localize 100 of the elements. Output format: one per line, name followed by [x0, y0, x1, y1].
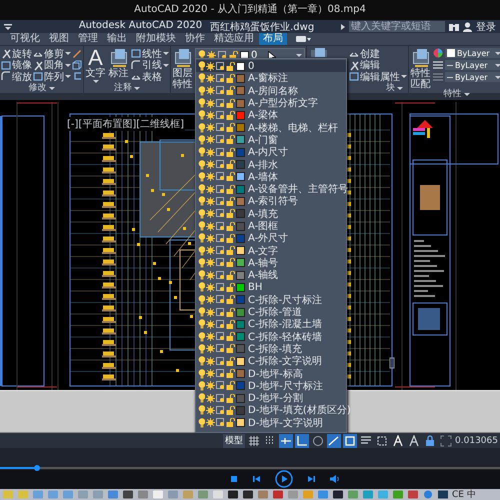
- padlock-icon[interactable]: [424, 434, 436, 447]
- viewport-freeze-icon[interactable]: [216, 74, 225, 83]
- viewport-label[interactable]: [-][平面布置图][二维线框]: [66, 116, 186, 131]
- lightbulb-icon[interactable]: [198, 344, 205, 354]
- ribbon-tool-button[interactable]: 特性匹配: [410, 48, 431, 90]
- unlocked-padlock-icon[interactable]: [226, 74, 235, 83]
- layer-item[interactable]: 0: [196, 60, 346, 72]
- layer-item[interactable]: BH: [196, 281, 346, 294]
- lightbulb-icon[interactable]: [198, 196, 205, 206]
- viewport-freeze-icon[interactable]: [216, 369, 225, 378]
- panel-title[interactable]: 注释: [85, 84, 169, 93]
- sun-icon[interactable]: [206, 369, 215, 378]
- viewport-freeze-icon[interactable]: [216, 295, 225, 304]
- unlocked-padlock-icon[interactable]: [226, 406, 235, 415]
- ribbon-tool-button[interactable]: 创建: [349, 48, 407, 60]
- layer-item[interactable]: C-拆除-文字说明: [196, 355, 346, 368]
- viewport-freeze-icon[interactable]: [216, 234, 225, 243]
- lightbulb-icon[interactable]: [198, 184, 205, 194]
- viewport-freeze-icon[interactable]: [216, 320, 225, 329]
- lightbulb-icon[interactable]: [198, 172, 205, 182]
- polar-icon[interactable]: [312, 434, 324, 447]
- sun-icon[interactable]: [206, 135, 215, 144]
- layer-item[interactable]: A-轴号: [196, 256, 346, 270]
- lightbulb-icon[interactable]: [198, 405, 205, 416]
- viewport-freeze-icon[interactable]: [216, 62, 225, 71]
- ribbon-tab[interactable]: 输出: [103, 33, 131, 45]
- viewport-freeze-icon[interactable]: [216, 110, 225, 120]
- unlocked-padlock-icon[interactable]: [226, 172, 235, 182]
- viewport-freeze-icon[interactable]: [216, 148, 225, 157]
- unlocked-padlock-icon[interactable]: [226, 209, 235, 218]
- unlocked-padlock-icon[interactable]: [226, 369, 235, 378]
- property-dropdown[interactable]: ByLayer: [445, 72, 500, 82]
- tray-label[interactable]: CE: [452, 490, 464, 500]
- unlocked-padlock-icon[interactable]: [226, 110, 235, 120]
- viewport-freeze-icon[interactable]: [216, 344, 225, 354]
- grid-icon[interactable]: [248, 434, 260, 447]
- layer-item[interactable]: A-外尺寸: [196, 232, 346, 244]
- taskbar-app-icon[interactable]: [332, 490, 344, 500]
- layer-item[interactable]: A-排水: [196, 158, 346, 171]
- lightbulb-icon[interactable]: [198, 393, 205, 404]
- unlocked-padlock-icon[interactable]: [226, 381, 235, 390]
- unlocked-padlock-icon[interactable]: [226, 332, 235, 342]
- next-icon[interactable]: [307, 475, 316, 484]
- sun-icon[interactable]: [206, 196, 215, 206]
- fullscreen-icon[interactable]: [440, 434, 452, 447]
- ribbon-tool-button[interactable]: [308, 48, 329, 57]
- ribbon-tab[interactable]: 协作: [181, 33, 209, 45]
- ribbon-tool-button[interactable]: 线性: [131, 48, 169, 60]
- layer-item[interactable]: C-拆除-填充: [196, 342, 346, 356]
- lightbulb-icon[interactable]: [198, 110, 205, 120]
- sun-icon[interactable]: [206, 332, 215, 342]
- viewport-freeze-icon[interactable]: [216, 381, 225, 390]
- binoculars-icon[interactable]: [449, 22, 459, 31]
- layer-item[interactable]: A-文字: [196, 244, 346, 257]
- ribbon-tool-button[interactable]: 镜像: [1, 60, 32, 71]
- lightbulb-icon[interactable]: [198, 319, 205, 330]
- sun-icon[interactable]: [206, 320, 215, 329]
- annotation-icon[interactable]: [408, 434, 420, 447]
- unlocked-padlock-icon[interactable]: [226, 295, 235, 304]
- unlocked-padlock-icon[interactable]: [226, 222, 235, 230]
- layer-item[interactable]: A-门窗: [196, 134, 346, 146]
- lightbulb-icon[interactable]: [198, 134, 205, 145]
- layer-item[interactable]: D-地坪-分割: [196, 392, 346, 404]
- layer-item[interactable]: A-索引符号: [196, 195, 346, 208]
- sun-icon[interactable]: [206, 74, 215, 83]
- lightbulb-icon[interactable]: [198, 233, 205, 244]
- lightbulb-icon[interactable]: [198, 270, 205, 280]
- sun-icon[interactable]: [206, 86, 215, 96]
- sun-icon[interactable]: [206, 246, 215, 256]
- viewport-freeze-icon[interactable]: [216, 135, 225, 144]
- sun-icon[interactable]: [206, 148, 215, 157]
- ribbon-tool-button[interactable]: 引线: [131, 60, 169, 71]
- tray-label[interactable]: 中: [466, 489, 476, 500]
- lightbulb-icon[interactable]: [198, 50, 205, 60]
- lightbulb-icon[interactable]: [198, 307, 205, 318]
- sun-icon[interactable]: [206, 62, 215, 71]
- sun-icon[interactable]: [206, 98, 215, 108]
- ribbon-tool-button[interactable]: A 文字: [85, 48, 106, 84]
- ribbon-tool-button[interactable]: 修剪: [33, 48, 71, 60]
- viewport-freeze-icon[interactable]: [216, 282, 225, 292]
- caret-right-icon[interactable]: [341, 24, 345, 30]
- unlocked-padlock-icon[interactable]: [226, 123, 235, 132]
- viewport-freeze-icon[interactable]: [216, 270, 225, 280]
- viewport-freeze-icon[interactable]: [216, 86, 225, 96]
- sun-icon[interactable]: [206, 356, 215, 366]
- unlocked-padlock-icon[interactable]: [226, 418, 235, 428]
- unlocked-padlock-icon[interactable]: [226, 308, 235, 317]
- sun-icon[interactable]: [206, 381, 215, 390]
- ribbon-tool-button[interactable]: 编辑: [349, 60, 407, 71]
- ribbon-tab[interactable]: 可视化: [6, 33, 44, 45]
- model-tab[interactable]: 模型: [223, 434, 246, 448]
- ribbon-tab[interactable]: 视图: [45, 33, 73, 45]
- panel-title[interactable]: 修改: [1, 84, 82, 93]
- sun-icon[interactable]: [206, 295, 215, 304]
- sun-icon[interactable]: [206, 172, 215, 182]
- layer-item[interactable]: C-拆除-混凝土墙: [196, 318, 346, 331]
- viewport-freeze-icon[interactable]: [216, 258, 225, 268]
- sun-icon[interactable]: [206, 394, 215, 403]
- viewport-freeze-icon[interactable]: [216, 184, 225, 194]
- cube-icon[interactable]: [72, 60, 82, 70]
